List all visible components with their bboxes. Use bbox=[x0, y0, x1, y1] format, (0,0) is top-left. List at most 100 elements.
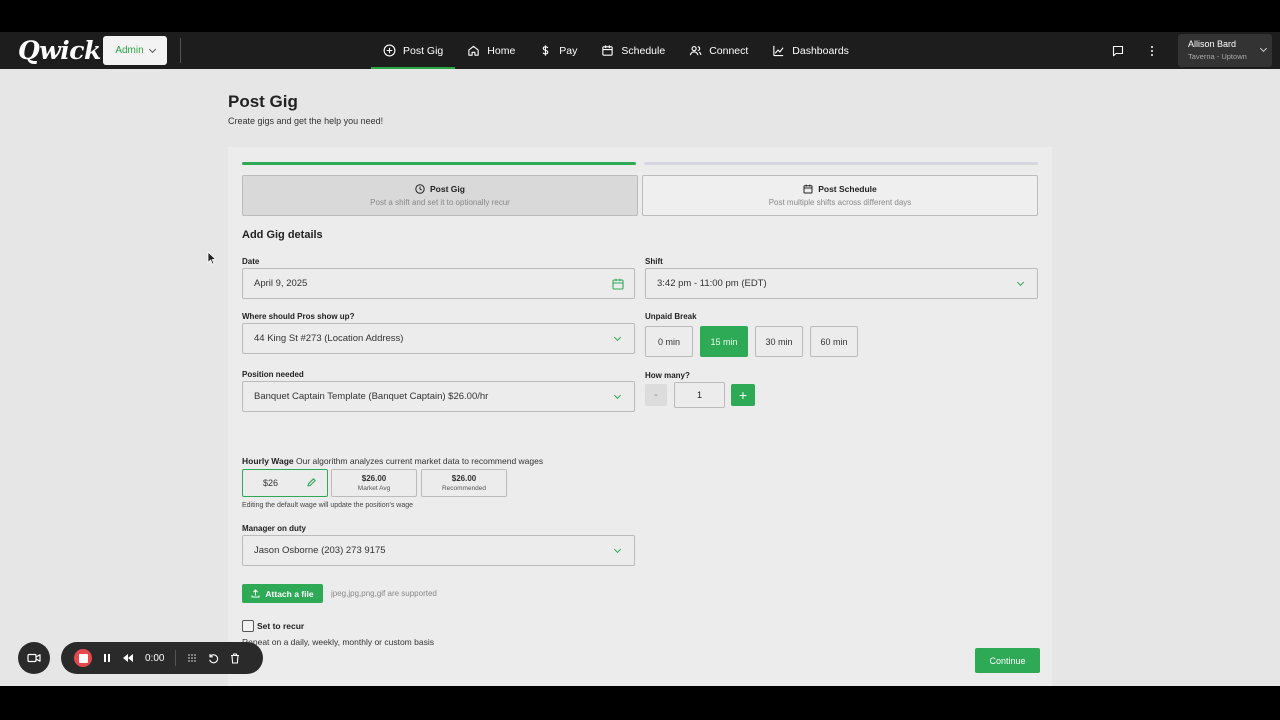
mouse-cursor-icon bbox=[207, 251, 217, 265]
top-right-controls: Allison Bard Taverna - Uptown bbox=[1110, 32, 1280, 69]
pencil-icon[interactable] bbox=[306, 477, 317, 488]
qwick-logo[interactable]: Qwick bbox=[18, 36, 101, 65]
step-progress-complete bbox=[242, 162, 636, 165]
pause-button[interactable] bbox=[103, 653, 111, 663]
mode-title-label: Post Schedule bbox=[818, 184, 877, 194]
stop-recording-button[interactable] bbox=[74, 649, 92, 667]
step-progress-remaining bbox=[644, 162, 1038, 165]
shift-value: 3:42 pm - 11:00 pm (EDT) bbox=[657, 278, 767, 289]
manager-select[interactable]: Jason Osborne (203) 273 9175 bbox=[242, 535, 635, 566]
recur-checkbox[interactable] bbox=[242, 620, 254, 632]
shift-select[interactable]: 3:42 pm - 11:00 pm (EDT) bbox=[645, 268, 1038, 299]
nav-schedule[interactable]: Schedule bbox=[589, 32, 677, 69]
location-select[interactable]: 44 King St #273 (Location Address) bbox=[242, 323, 635, 354]
recommended-value: $26.00 bbox=[451, 474, 477, 483]
admin-dropdown[interactable]: Admin bbox=[103, 36, 167, 65]
recur-description: Repeat on a daily, weekly, monthly or cu… bbox=[242, 637, 434, 647]
drag-handle[interactable] bbox=[187, 653, 197, 663]
nav-pay[interactable]: Pay bbox=[527, 32, 589, 69]
shift-label: Shift bbox=[645, 257, 663, 266]
wage-label-row: Hourly Wage Our algorithm analyzes curre… bbox=[242, 456, 543, 466]
plus-circle-icon bbox=[383, 44, 396, 57]
location-label: Where should Pros show up? bbox=[242, 312, 355, 321]
app-window: Qwick Admin Post Gig Home Pay Schedule C… bbox=[0, 32, 1280, 686]
post-gig-card: Post Gig Post a shift and set it to opti… bbox=[228, 147, 1052, 686]
user-location: Taverna - Uptown bbox=[1188, 52, 1247, 61]
nav-label: Post Gig bbox=[403, 44, 444, 57]
break-option-30[interactable]: 30 min bbox=[755, 326, 803, 357]
home-icon bbox=[468, 45, 479, 56]
position-value: Banquet Captain Template (Banquet Captai… bbox=[254, 391, 489, 402]
rewind-button[interactable] bbox=[122, 653, 134, 663]
wage-hint: Our algorithm analyzes current market da… bbox=[296, 456, 544, 466]
position-label: Position needed bbox=[242, 370, 304, 379]
calendar-icon bbox=[602, 45, 614, 56]
wage-note: Editing the default wage will update the… bbox=[242, 502, 414, 509]
chart-icon bbox=[773, 45, 784, 57]
break-option-15[interactable]: 15 min bbox=[700, 326, 748, 357]
chevron-down-icon bbox=[148, 45, 156, 53]
break-option-60[interactable]: 60 min bbox=[810, 326, 858, 357]
divider bbox=[175, 650, 176, 666]
recording-time: 0:00 bbox=[145, 652, 165, 664]
stop-icon bbox=[78, 653, 88, 663]
nav-home[interactable]: Home bbox=[455, 32, 527, 69]
break-option-0[interactable]: 0 min bbox=[645, 326, 693, 357]
nav-label: Home bbox=[487, 44, 516, 57]
calendar-icon bbox=[612, 278, 624, 290]
increment-button[interactable]: + bbox=[731, 384, 755, 406]
trash-icon bbox=[231, 652, 239, 664]
date-label: Date bbox=[242, 257, 260, 266]
rewind-icon bbox=[123, 654, 133, 662]
section-title: Add Gig details bbox=[242, 229, 323, 241]
delete-button[interactable] bbox=[230, 652, 240, 664]
market-avg-value: $26.00 bbox=[361, 474, 387, 483]
manager-value: Jason Osborne (203) 273 9175 bbox=[254, 545, 386, 556]
clock-icon bbox=[415, 184, 425, 194]
recur-label[interactable]: Set to recur bbox=[257, 621, 304, 631]
nav-dashboards[interactable]: Dashboards bbox=[760, 32, 861, 69]
mode-tab-post-gig[interactable]: Post Gig Post a shift and set it to opti… bbox=[242, 175, 638, 216]
nav-post-gig[interactable]: Post Gig bbox=[371, 32, 456, 69]
camera-toggle-button[interactable] bbox=[18, 642, 50, 674]
admin-label: Admin bbox=[115, 45, 144, 56]
page-title: Post Gig bbox=[228, 92, 298, 111]
mode-tab-post-schedule[interactable]: Post Schedule Post multiple shifts acros… bbox=[642, 175, 1038, 216]
more-vertical-icon[interactable] bbox=[1144, 43, 1160, 59]
chevron-down-icon bbox=[1259, 44, 1268, 53]
chat-icon[interactable] bbox=[1110, 43, 1126, 59]
decrement-button[interactable]: - bbox=[645, 384, 667, 406]
date-value: April 9, 2025 bbox=[254, 278, 308, 289]
position-select[interactable]: Banquet Captain Template (Banquet Captai… bbox=[242, 381, 635, 412]
page-subtitle: Create gigs and get the help you need! bbox=[228, 116, 384, 126]
mode-description: Post multiple shifts across different da… bbox=[768, 198, 912, 207]
nav-label: Schedule bbox=[621, 44, 666, 57]
market-avg-wage[interactable]: $26.00 Market Avg bbox=[331, 469, 417, 497]
wage-input[interactable]: $26 bbox=[242, 469, 328, 497]
market-avg-label: Market Avg bbox=[357, 485, 391, 492]
mode-description: Post a shift and set it to optionally re… bbox=[370, 198, 510, 207]
chevron-down-icon bbox=[1016, 278, 1025, 287]
recording-toolbar: 0:00 bbox=[61, 642, 263, 674]
manager-label: Manager on duty bbox=[242, 524, 307, 533]
attach-note: jpeg,jpg,png,gif are supported bbox=[331, 589, 437, 598]
restart-icon bbox=[209, 653, 219, 663]
wage-value: $26 bbox=[263, 478, 279, 488]
attach-file-button[interactable]: Attach a file bbox=[242, 584, 323, 603]
date-field[interactable]: April 9, 2025 bbox=[242, 268, 635, 299]
attach-label: Attach a file bbox=[265, 588, 314, 599]
mode-title-label: Post Gig bbox=[430, 184, 465, 194]
location-value: 44 King St #273 (Location Address) bbox=[254, 333, 404, 344]
recommended-label: Recommended bbox=[441, 485, 487, 492]
continue-button[interactable]: Continue bbox=[975, 648, 1040, 673]
user-name: Allison Bard bbox=[1188, 39, 1237, 49]
break-label: Unpaid Break bbox=[645, 312, 697, 321]
quantity-input[interactable]: 1 bbox=[674, 382, 725, 408]
calendar-icon bbox=[803, 184, 813, 194]
restart-button[interactable] bbox=[208, 653, 219, 664]
nav-label: Pay bbox=[559, 44, 578, 57]
recommended-wage[interactable]: $26.00 Recommended bbox=[421, 469, 507, 497]
people-icon bbox=[690, 46, 702, 56]
nav-connect[interactable]: Connect bbox=[677, 32, 760, 69]
user-menu[interactable]: Allison Bard Taverna - Uptown bbox=[1178, 34, 1272, 67]
